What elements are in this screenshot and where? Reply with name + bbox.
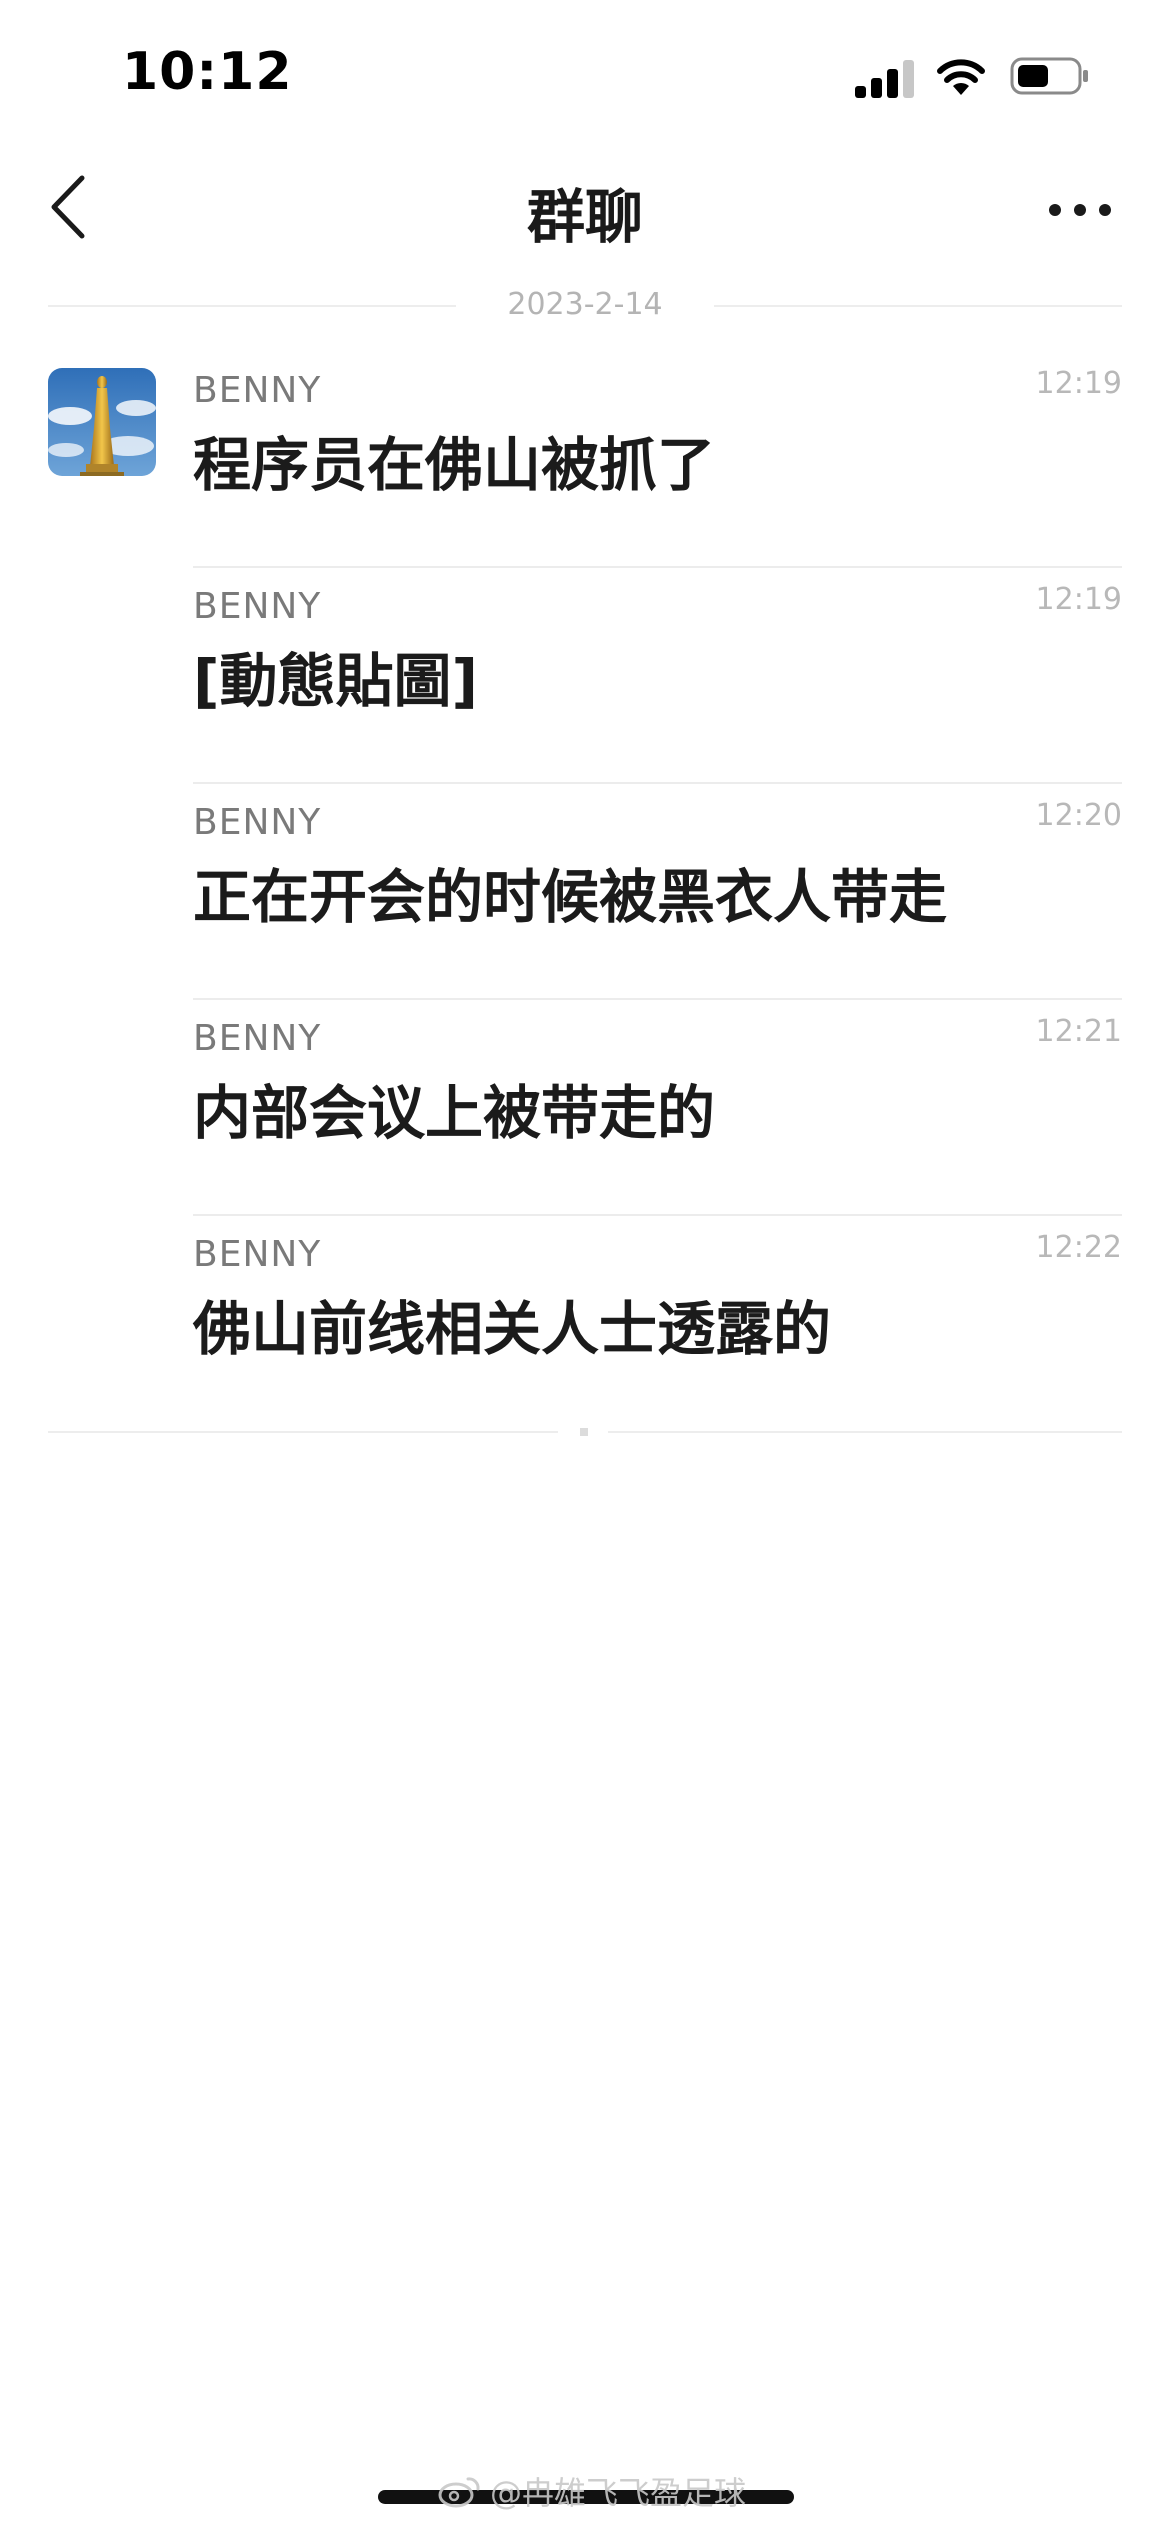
more-horizontal-icon[interactable] bbox=[1045, 195, 1115, 225]
message-item[interactable]: BENNY 12:19 程序员在佛山被抓了 bbox=[193, 352, 1122, 568]
weibo-icon bbox=[438, 2477, 480, 2508]
status-time: 10:12 bbox=[122, 42, 293, 102]
message-item[interactable]: BENNY 12:19 [動態貼圖] bbox=[193, 568, 1122, 784]
divider bbox=[48, 305, 456, 307]
message-text: [動態貼圖] bbox=[193, 647, 479, 715]
divider bbox=[608, 1431, 1122, 1433]
message-time: 12:19 bbox=[1035, 366, 1122, 401]
watermark: @冉雄飞飞盈足球 bbox=[438, 2466, 746, 2516]
date-label: 2023-2-14 bbox=[507, 287, 663, 322]
nav-bar: 群聊 bbox=[0, 150, 1170, 270]
status-bar: 10:12 bbox=[0, 0, 1170, 150]
message-time: 12:20 bbox=[1035, 798, 1122, 833]
sender-name: BENNY bbox=[193, 586, 322, 627]
message-item[interactable]: BENNY 12:20 正在开会的时候被黑衣人带走 bbox=[193, 784, 1122, 1000]
sender-name: BENNY bbox=[193, 1234, 322, 1275]
sender-name: BENNY bbox=[193, 1018, 322, 1059]
message-item[interactable]: BENNY 12:22 佛山前线相关人士透露的 bbox=[193, 1216, 1122, 1432]
message-time: 12:22 bbox=[1035, 1230, 1122, 1265]
message-item[interactable]: BENNY 12:21 内部会议上被带走的 bbox=[193, 1000, 1122, 1216]
message-text: 正在开会的时候被黑衣人带走 bbox=[193, 863, 948, 931]
message-time: 12:21 bbox=[1035, 1014, 1122, 1049]
sender-name: BENNY bbox=[193, 802, 322, 843]
message-text: 内部会议上被带走的 bbox=[193, 1079, 716, 1147]
date-separator: 2023-2-14 bbox=[48, 285, 1122, 325]
wifi-icon bbox=[937, 59, 985, 95]
signal-icon bbox=[855, 58, 917, 98]
message-time: 12:19 bbox=[1035, 582, 1122, 617]
page-title: 群聊 bbox=[526, 183, 643, 251]
avatar[interactable] bbox=[48, 368, 156, 476]
message-text: 佛山前线相关人士透露的 bbox=[193, 1295, 832, 1363]
divider bbox=[48, 1431, 558, 1433]
sender-name: BENNY bbox=[193, 370, 322, 411]
end-separator bbox=[48, 1425, 1122, 1439]
watermark-text: @冉雄飞飞盈足球 bbox=[490, 2474, 747, 2512]
message-text: 程序员在佛山被抓了 bbox=[193, 431, 716, 499]
separator-dot bbox=[580, 1428, 588, 1436]
battery-icon bbox=[1010, 57, 1088, 95]
divider bbox=[714, 305, 1122, 307]
